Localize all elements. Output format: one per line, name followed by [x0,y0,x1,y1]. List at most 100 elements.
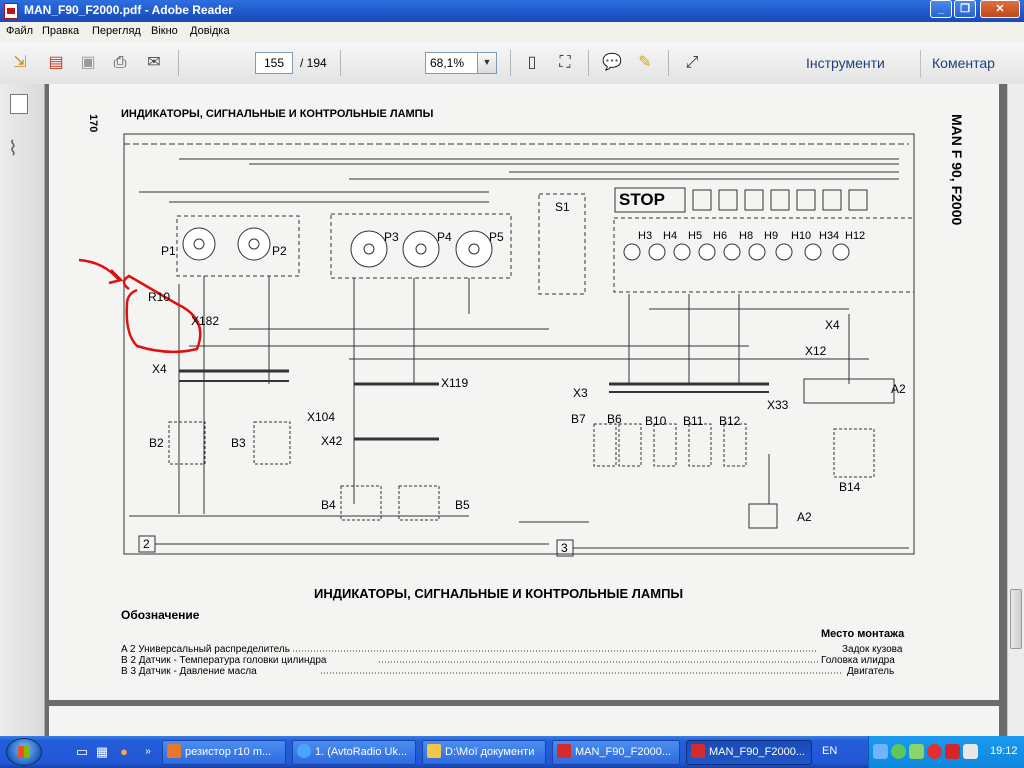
page-number-label: 170 [87,114,99,133]
menu-edit[interactable]: Правка [42,25,79,37]
label-b4: B4 [321,498,336,512]
diagram-caption: ИНДИКАТОРЫ, СИГНАЛЬНЫЕ И КОНТРОЛЬНЫЕ ЛАМ… [314,586,684,601]
highlight-pen-icon[interactable]: ✎ [633,51,657,75]
label-b12: B12 [719,414,741,428]
menu-view[interactable]: Перегляд [92,25,141,37]
task-pdf-1[interactable]: MAN_F90_F2000... [552,740,680,765]
volume-icon[interactable] [963,744,978,759]
menu-help[interactable]: Довідка [190,25,230,37]
legend-text: Датчик - Температура головки цилиндра [138,655,327,666]
media-icon[interactable] [945,744,960,759]
label-p5: P5 [489,230,504,244]
quick-launch-expand-icon[interactable]: » [140,744,156,760]
print-icon[interactable]: ⎙ [108,51,132,75]
pdf-page: 170 ИНДИКАТОРЫ, СИГНАЛЬНЫЕ И КОНТРОЛЬНЫЕ… [49,84,999,700]
comment-bubble-icon[interactable]: 💬 [600,51,624,75]
zoom-dropdown-button[interactable]: ▼ [477,52,497,74]
legend-location: Головка илидра [821,655,895,666]
label-x3: X3 [573,386,588,400]
window-title-bar[interactable]: MAN_F90_F2000.pdf - Adobe Reader _ ❐ ✕ [0,0,1024,22]
legend-text: Универсальный распределитель [138,644,290,655]
toolbar-separator [588,50,589,76]
side-title: MAN F 90, F2000 [949,114,965,226]
navigation-panel: ⌇ [0,84,45,736]
fullscreen-icon[interactable]: ⤢ [680,51,704,75]
document-view[interactable]: 170 ИНДИКАТОРЫ, СИГНАЛЬНЫЕ И КОНТРОЛЬНЫЕ… [45,84,1007,736]
security-check-icon[interactable] [891,744,906,759]
menu-window[interactable]: Вікно [151,25,178,37]
label-x4-left: X4 [152,362,167,376]
attachments-paperclip-icon[interactable]: ⌇ [8,136,18,161]
label-b14: B14 [839,480,861,494]
network-icon[interactable] [873,744,888,759]
label-b10: B10 [645,414,667,428]
save-icon[interactable]: ▣ [76,51,100,75]
label-s1: S1 [555,200,570,214]
start-button[interactable] [6,738,42,766]
pdf-task-icon [691,744,705,758]
scrollbar-thumb[interactable] [1010,589,1022,649]
label-p1: P1 [161,244,176,258]
label-b5: B5 [455,498,470,512]
menu-file[interactable]: Файл [6,25,33,37]
firefox-icon[interactable]: ● [116,744,132,760]
label-h5: H5 [688,230,703,242]
alert-icon[interactable] [927,744,942,759]
comment-button[interactable]: Коментар [932,55,995,71]
legend-location: Задок кузова [842,644,903,655]
maximize-button[interactable]: ❐ [954,0,976,18]
close-button[interactable]: ✕ [980,0,1020,18]
vertical-scrollbar[interactable] [1007,84,1024,736]
label-b2: B2 [149,436,164,450]
next-pdf-page [49,706,999,736]
legend-row: A 2 Универсальный распределитель [121,644,290,655]
page-thumbnails-icon[interactable] [10,94,28,114]
minimize-button[interactable]: _ [930,0,952,18]
label-b7: B7 [571,412,586,426]
task-pdf-2[interactable]: MAN_F90_F2000... [686,740,812,765]
label-x12: X12 [805,344,827,358]
task-label: 1. (AvtoRadio Uk... [315,746,408,758]
fit-width-icon[interactable]: ⛶ [553,51,577,75]
open-file-icon[interactable]: ⇲ [8,51,32,75]
label-stop: STOP [619,190,665,209]
pdf-app-icon [4,3,18,19]
task-my-documents[interactable]: D:\Мої документи [422,740,546,765]
legend-code: B 2 [121,655,137,666]
clock[interactable]: 19:12 [990,745,1018,757]
designation-heading: Обозначение [121,608,200,622]
taskbar: ▭ ▦ ● » резистор r10 m... 1. (AvtoRadio … [0,736,1024,768]
label-b3: B3 [231,436,246,450]
legend-code: B 3 [121,666,137,677]
label-h12: H12 [845,230,866,242]
label-a2-upper: A2 [891,382,906,396]
task-firefox[interactable]: резистор r10 m... [162,740,286,765]
legend-text: Датчик - Давление масла [138,666,257,677]
quick-launch-app-icon[interactable]: ▦ [94,744,110,760]
tools-button[interactable]: Інструменти [806,55,885,71]
firefox-task-icon [167,744,181,758]
legend-row: B 3 Датчик - Давление масла [121,666,257,677]
page-number-input[interactable]: 155 [255,52,293,74]
language-indicator[interactable]: EN [822,745,837,757]
label-b6: B6 [607,412,622,426]
fit-page-icon[interactable]: ▯ [520,51,544,75]
create-pdf-icon[interactable]: ▤ [44,51,68,75]
task-avtoradio[interactable]: 1. (AvtoRadio Uk... [292,740,416,765]
show-desktop-icon[interactable]: ▭ [74,744,90,760]
antivirus-icon[interactable] [909,744,924,759]
diagram-heading: ИНДИКАТОРЫ, СИГНАЛЬНЫЕ И КОНТРОЛЬНЫЕ ЛАМ… [121,108,434,120]
location-heading: Место монтажа [821,628,905,640]
email-icon[interactable]: ✉ [142,51,166,75]
zoom-input[interactable]: 68,1% [425,52,477,74]
label-h9: H9 [764,230,779,242]
task-label: MAN_F90_F2000... [709,746,805,758]
label-h6: H6 [713,230,728,242]
label-h3: H3 [638,230,653,242]
label-p3: P3 [384,230,399,244]
toolbar-separator [920,50,921,78]
task-label: MAN_F90_F2000... [575,746,671,758]
pdf-task-icon [557,744,571,758]
folder-task-icon [427,744,441,758]
label-h10: H10 [791,230,812,242]
